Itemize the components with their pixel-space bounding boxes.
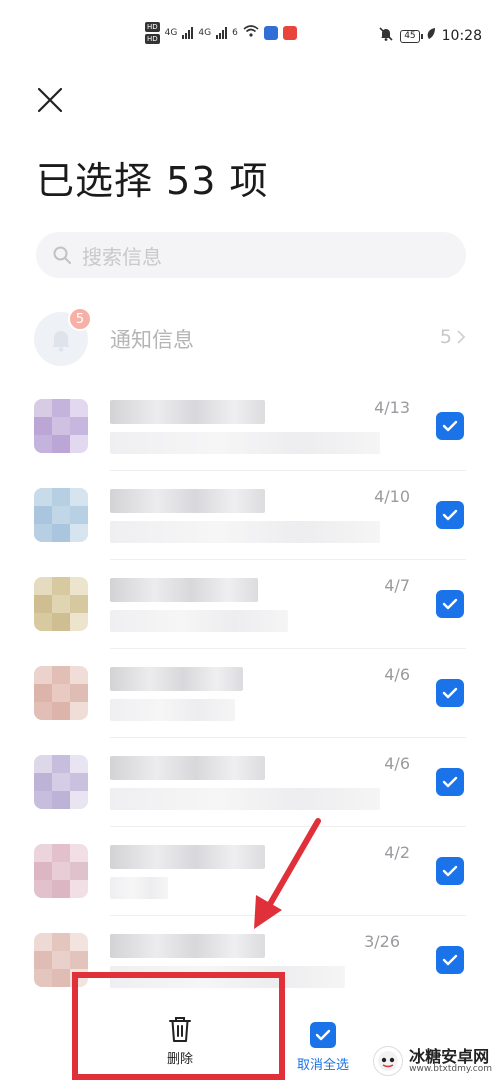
redacted-sender <box>110 667 243 691</box>
message-date: 4/13 <box>374 398 410 417</box>
battery-icon: 45 <box>400 29 424 43</box>
checkmark-icon <box>442 420 458 432</box>
contact-avatar <box>34 399 88 453</box>
redacted-sender <box>110 578 258 602</box>
message-row[interactable]: 4/6 <box>0 738 500 827</box>
network-type-1: 4G <box>164 28 178 38</box>
message-checkbox[interactable] <box>436 590 464 618</box>
message-checkbox[interactable] <box>436 412 464 440</box>
redacted-sender <box>110 489 265 513</box>
redacted-sender <box>110 756 265 780</box>
status-right: 45 10:28 <box>378 26 482 46</box>
close-button[interactable] <box>30 80 70 120</box>
redacted-preview <box>110 788 380 810</box>
notification-messages-row[interactable]: 5 通知信息 5 <box>0 302 500 376</box>
redacted-preview <box>110 699 235 721</box>
notification-count-value: 5 <box>439 326 452 348</box>
search-input[interactable]: 搜索信息 <box>36 232 466 278</box>
message-date: 4/6 <box>384 754 410 773</box>
watermark-logo-icon <box>373 1046 404 1076</box>
annotation-highlight-box <box>72 972 285 1080</box>
wifi-6-tag: 6 <box>232 28 238 38</box>
checkmark-icon <box>442 509 458 521</box>
redacted-sender <box>110 934 265 958</box>
checkmark-icon <box>442 776 458 788</box>
redacted-sender <box>110 400 265 424</box>
checkbox-checked-icon <box>310 1022 336 1048</box>
message-date: 4/6 <box>384 665 410 684</box>
contact-avatar <box>34 577 88 631</box>
contact-avatar <box>34 844 88 898</box>
message-checkbox[interactable] <box>436 501 464 529</box>
app-notification-icon <box>282 26 297 40</box>
message-checkbox[interactable] <box>436 768 464 796</box>
signal-icon <box>216 27 228 39</box>
signal-icon <box>182 27 194 39</box>
hd-icon: HD <box>145 22 160 32</box>
hd-indicators: HD HD <box>145 22 160 44</box>
chevron-right-icon <box>457 330 466 344</box>
watermark-name: 冰糖安卓网 <box>409 1046 490 1066</box>
redacted-preview <box>110 610 288 632</box>
contact-avatar <box>34 488 88 542</box>
search-icon <box>53 246 71 264</box>
message-checkbox[interactable] <box>436 946 464 974</box>
unread-badge: 5 <box>68 307 92 331</box>
message-checkbox[interactable] <box>436 857 464 885</box>
message-checkbox[interactable] <box>436 679 464 707</box>
status-left: HD HD 4G 4G 6 <box>145 22 297 44</box>
contact-avatar <box>34 755 88 809</box>
message-row[interactable]: 4/7 <box>0 560 500 649</box>
message-date: 3/26 <box>364 932 400 951</box>
deselect-all-button[interactable]: 取消全选 <box>288 1022 358 1073</box>
message-date: 4/7 <box>384 576 410 595</box>
watermark: 冰糖安卓网 www.btxtdmy.com <box>373 1046 492 1076</box>
message-row[interactable]: 4/6 <box>0 649 500 738</box>
message-date: 4/10 <box>374 487 410 506</box>
app-notification-icon <box>263 26 278 40</box>
checkmark-icon <box>442 954 458 966</box>
checkmark-icon <box>442 687 458 699</box>
hd-icon: HD <box>145 34 160 44</box>
checkmark-icon <box>442 598 458 610</box>
bell-muted-icon <box>378 26 394 46</box>
search-placeholder: 搜索信息 <box>82 244 162 269</box>
notification-label: 通知信息 <box>110 328 194 352</box>
message-date: 4/2 <box>384 843 410 862</box>
bell-icon <box>52 331 70 352</box>
wifi-icon <box>243 25 259 41</box>
notification-count: 5 <box>440 326 466 348</box>
page-title: 已选择 53 项 <box>36 159 269 203</box>
redacted-preview <box>110 432 380 454</box>
annotation-arrow <box>254 818 321 929</box>
deselect-all-label: 取消全选 <box>296 1058 349 1073</box>
redacted-preview <box>110 521 380 543</box>
message-row[interactable]: 4/13 <box>0 382 500 471</box>
checkmark-icon <box>442 865 458 877</box>
leaf-icon <box>426 27 436 45</box>
close-icon <box>37 87 63 113</box>
message-row[interactable]: 4/10 <box>0 471 500 560</box>
clock: 10:28 <box>441 28 482 44</box>
contact-avatar <box>34 666 88 720</box>
network-type-2: 4G <box>198 28 212 38</box>
redacted-preview <box>110 877 168 899</box>
watermark-url: www.btxtdmy.com <box>409 1063 492 1074</box>
status-bar: HD HD 4G 4G 6 45 10:28 <box>0 0 500 74</box>
